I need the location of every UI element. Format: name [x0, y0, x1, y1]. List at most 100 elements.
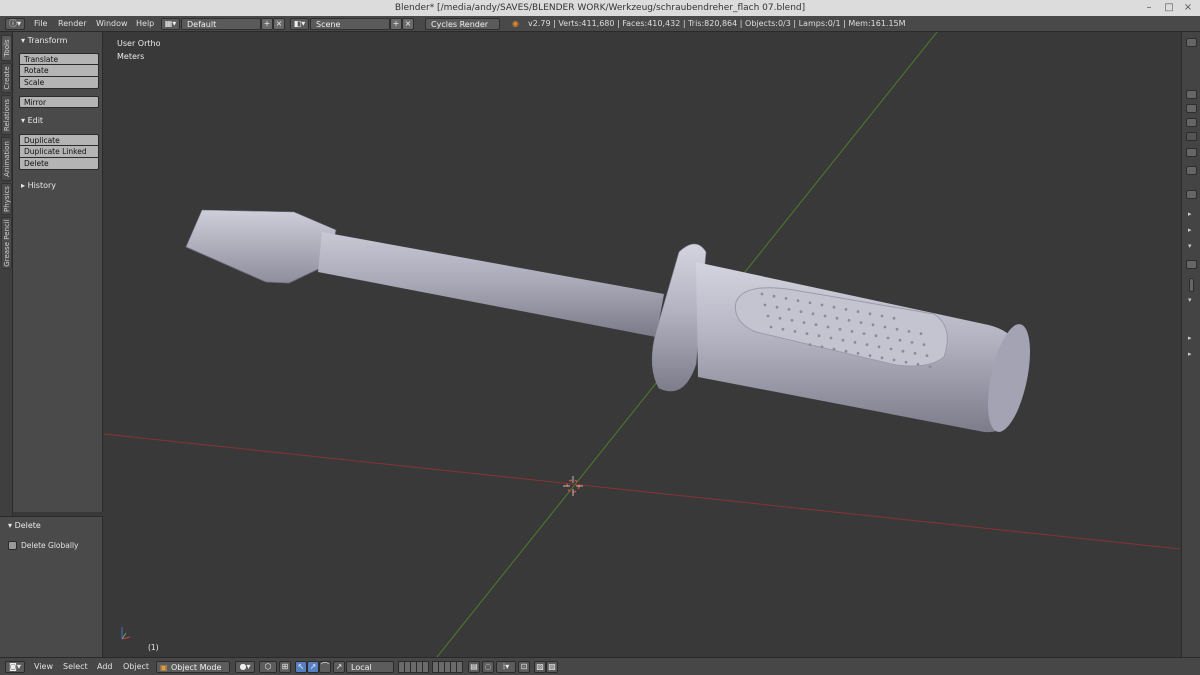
tab-animation[interactable]: Animation	[1, 137, 12, 181]
add-layout-icon[interactable]: +	[261, 18, 273, 30]
blender-info-icon[interactable]: ⓘ▾	[5, 18, 25, 30]
scale-button[interactable]: Scale	[19, 77, 99, 89]
remove-scene-icon[interactable]: ×	[402, 18, 414, 30]
tool-shelf: ▾ Transform Translate Rotate Scale Mirro…	[13, 32, 103, 512]
menu-window[interactable]: Window	[96, 18, 128, 30]
menu-add[interactable]: Add	[97, 661, 113, 673]
expand-arrow-icon[interactable]: ▸	[1188, 350, 1192, 358]
snap-target-icon[interactable]: ⊡	[518, 661, 530, 673]
translate-button[interactable]: Translate	[19, 53, 99, 65]
grip-dot	[790, 319, 794, 322]
grip-dot	[799, 310, 803, 313]
grip-dot	[778, 316, 782, 320]
snap-icon[interactable]: ⁞▾	[496, 661, 516, 673]
grip-dot	[835, 316, 839, 320]
duplicate-linked-button[interactable]: Duplicate Linked	[19, 146, 99, 158]
view3d-editor-icon[interactable]: ◙▾	[5, 661, 25, 673]
grip-dot	[820, 303, 824, 307]
menu-view[interactable]: View	[34, 661, 53, 673]
window-title: Blender* [/media/andy/SAVES/BLENDER WORK…	[394, 3, 806, 13]
grip-dot	[877, 345, 881, 349]
duplicate-button[interactable]: Duplicate	[19, 134, 99, 146]
collapse-arrow-icon[interactable]: ▾	[1188, 242, 1192, 250]
expand-arrow-icon[interactable]: ▸	[1188, 226, 1192, 234]
grip-dot	[928, 365, 932, 368]
orientation-icon[interactable]: Local	[346, 661, 394, 673]
translate-manipulator-icon[interactable]: ↗	[307, 661, 319, 673]
expand-arrow-icon[interactable]: ▸	[1188, 334, 1192, 342]
object-props-icon[interactable]	[1186, 148, 1197, 157]
history-panel-header[interactable]: ▸ History	[21, 180, 56, 192]
menu-object[interactable]: Object	[123, 661, 149, 673]
remove-layout-icon[interactable]: ×	[273, 18, 285, 30]
close-icon[interactable]: ×	[1182, 2, 1194, 14]
mirror-button[interactable]: Mirror	[19, 96, 99, 108]
layers-icon[interactable]	[398, 661, 429, 673]
constraints-icon[interactable]	[1186, 190, 1197, 199]
pivot-point-icon[interactable]: ⬡	[259, 661, 277, 673]
object-mode-dropdown[interactable]: ▣ Object Mode	[156, 661, 230, 673]
grip-dot	[793, 330, 797, 333]
render-engine-dropdown[interactable]: Cycles Render	[425, 18, 500, 30]
tab-relations[interactable]: Relations	[1, 95, 12, 135]
menu-help[interactable]: Help	[136, 18, 154, 30]
minimize-icon[interactable]: –	[1143, 2, 1155, 14]
edit-panel-header[interactable]: ▾ Edit	[21, 115, 43, 127]
grip-dot	[817, 334, 821, 338]
render-icon[interactable]	[1186, 90, 1197, 99]
tab-create[interactable]: Create	[1, 63, 12, 93]
world-icon[interactable]	[1186, 132, 1197, 141]
grip-dot	[838, 327, 842, 331]
grip-dot	[880, 314, 884, 318]
grip-dot	[802, 321, 806, 324]
tab-physics[interactable]: Physics	[1, 183, 12, 215]
grip-dot	[823, 314, 827, 318]
menu-select[interactable]: Select	[63, 661, 88, 673]
x-axis-line	[104, 433, 1180, 550]
rotate-manipulator-icon[interactable]: ⌒	[319, 661, 331, 673]
layers-icon[interactable]	[432, 661, 463, 673]
render-layers-icon[interactable]	[1186, 104, 1197, 113]
tab-grease-pencil[interactable]: Grease Pencil	[1, 217, 12, 269]
grip-dot	[784, 297, 788, 300]
3d-viewport[interactable]: User Ortho Meters (1)	[104, 32, 1180, 657]
grip-dot	[829, 336, 833, 340]
proportional-edit-icon[interactable]: ◌	[482, 661, 494, 673]
rotate-button[interactable]: Rotate	[19, 65, 99, 77]
grip-dot	[847, 319, 851, 322]
grip-dot	[796, 299, 800, 302]
menu-file[interactable]: File	[34, 18, 47, 30]
collapse-arrow-icon[interactable]: ▾	[1188, 296, 1192, 304]
info-header: ⓘ▾ File Render Window Help ▦▾ Default + …	[0, 16, 1200, 32]
modifiers-icon[interactable]	[1186, 166, 1197, 175]
grip-dot	[826, 325, 830, 329]
delete-button[interactable]: Delete	[19, 158, 99, 170]
scene-icon[interactable]: ◧▾	[290, 18, 309, 30]
properties-tab-icon[interactable]	[1186, 38, 1197, 47]
manipulator-icon[interactable]: ⊞	[279, 661, 291, 673]
render-icon[interactable]: ▨	[534, 661, 546, 673]
delete-operator-header[interactable]: ▾ Delete	[8, 520, 41, 532]
manipulator-icon[interactable]: ↖	[295, 661, 307, 673]
render-anim-icon[interactable]: ▨	[546, 661, 558, 673]
lock-camera-icon[interactable]: ▤	[468, 661, 480, 673]
data-props-icon[interactable]	[1186, 260, 1197, 269]
delete-globally-checkbox[interactable]	[8, 541, 17, 550]
layout-field[interactable]: Default	[181, 18, 261, 30]
tab-tools[interactable]: Tools	[1, 35, 12, 61]
screen-layout-icon[interactable]: ▦▾	[161, 18, 180, 30]
viewport-shading-icon[interactable]: ●▾	[235, 661, 255, 673]
menu-render[interactable]: Render	[58, 18, 86, 30]
scene-field[interactable]: Scene	[310, 18, 390, 30]
delete-globally-label: Delete Globally	[21, 541, 79, 550]
viewport-canvas[interactable]	[104, 32, 1180, 657]
transform-panel-header[interactable]: ▾ Transform	[21, 35, 67, 47]
expand-arrow-icon[interactable]: ▸	[1188, 210, 1192, 218]
maximize-icon[interactable]: □	[1163, 2, 1175, 14]
scene-props-icon[interactable]	[1186, 118, 1197, 127]
scrollbar-handle[interactable]	[1189, 278, 1194, 292]
grip-dot	[874, 334, 878, 338]
grip-dot	[832, 347, 836, 351]
add-scene-icon[interactable]: +	[390, 18, 402, 30]
scale-manipulator-icon[interactable]: ↗	[333, 661, 345, 673]
